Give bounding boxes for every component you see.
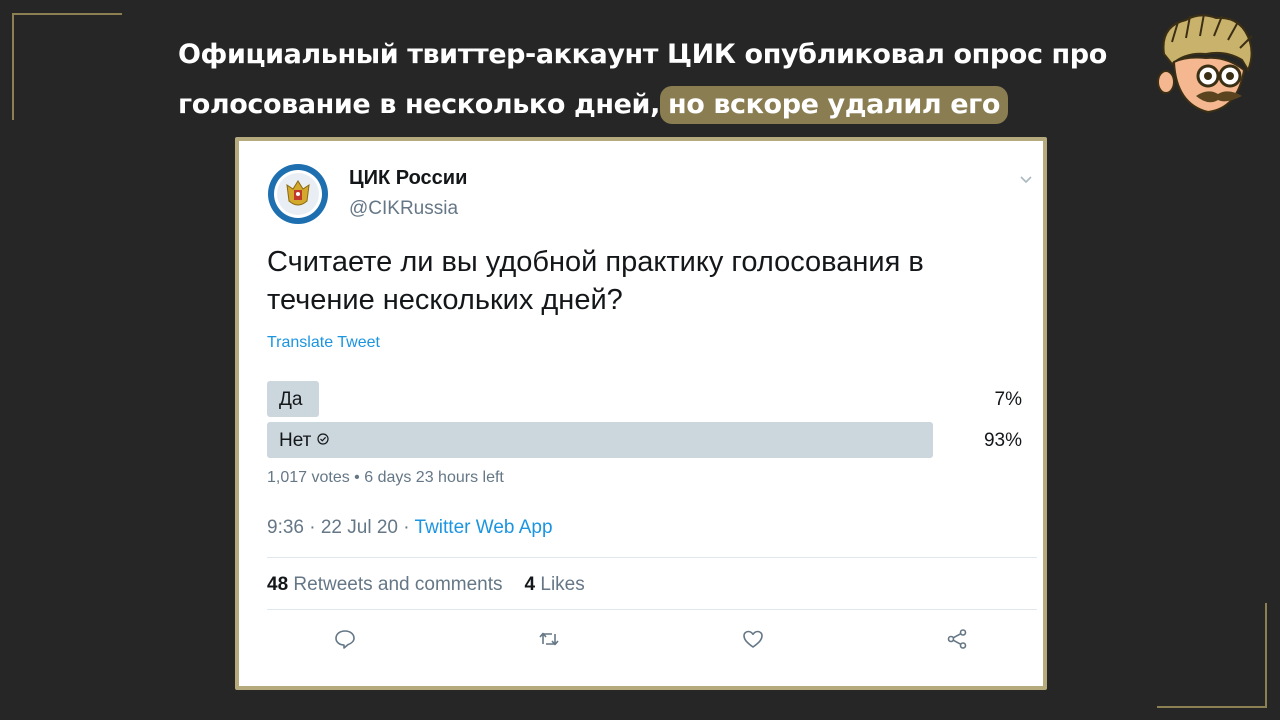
like-icon[interactable] [741, 627, 765, 651]
poll-percent-da: 7% [994, 389, 1022, 410]
reply-icon[interactable] [333, 627, 357, 651]
headline: Официальный твиттер-аккаунт ЦИК опублико… [178, 30, 1138, 130]
translate-tweet-link[interactable]: Translate Tweet [267, 334, 380, 352]
retweet-icon[interactable] [537, 627, 561, 651]
divider-top [267, 557, 1037, 558]
mascot-icon [1157, 13, 1253, 114]
share-icon[interactable] [945, 627, 969, 651]
cik-emblem-avatar[interactable] [267, 163, 329, 225]
user-handle[interactable]: @CIKRussia [349, 198, 458, 220]
tweet-stats: 48 Retweets and comments 4 Likes [267, 574, 585, 596]
display-name[interactable]: ЦИК России [349, 167, 467, 190]
poll-label-da: Да [279, 389, 303, 410]
poll-label-net: Нет [279, 430, 312, 451]
poll-meta: 1,017 votes • 6 days 23 hours left [267, 469, 504, 486]
poll-option-net: Нет 93% [267, 422, 1022, 458]
tweet-source[interactable]: Twitter Web App [415, 517, 553, 538]
divider-bottom [267, 609, 1037, 610]
tweet-time[interactable]: 9:36 · 22 Jul 20 · [267, 517, 410, 538]
poll-option-da: Да 7% [267, 381, 1022, 417]
tweet-timestamp: 9:36 · 22 Jul 20 · Twitter Web App [267, 517, 553, 539]
check-circle-icon [317, 433, 329, 445]
likes-label[interactable]: Likes [540, 574, 584, 595]
action-bar [239, 627, 1043, 651]
headline-highlight: но вскоре удалил его [659, 86, 1009, 124]
chevron-down-icon[interactable] [1019, 175, 1033, 185]
tweet-text: Считаете ли вы удобной практику голосова… [267, 246, 924, 316]
poll-label-net-wrap: Нет [279, 430, 329, 452]
poll-percent-net: 93% [983, 430, 1022, 451]
likes-count[interactable]: 4 [525, 574, 536, 595]
retweets-label[interactable]: Retweets and comments [293, 574, 502, 595]
frame-corner-top-left [12, 13, 122, 120]
retweets-count[interactable]: 48 [267, 574, 288, 595]
frame-corner-bottom-right [1157, 603, 1267, 708]
poll-bar-net [267, 422, 933, 458]
tweet-card: ЦИК России @CIKRussia Считаете ли вы удо… [235, 137, 1047, 690]
